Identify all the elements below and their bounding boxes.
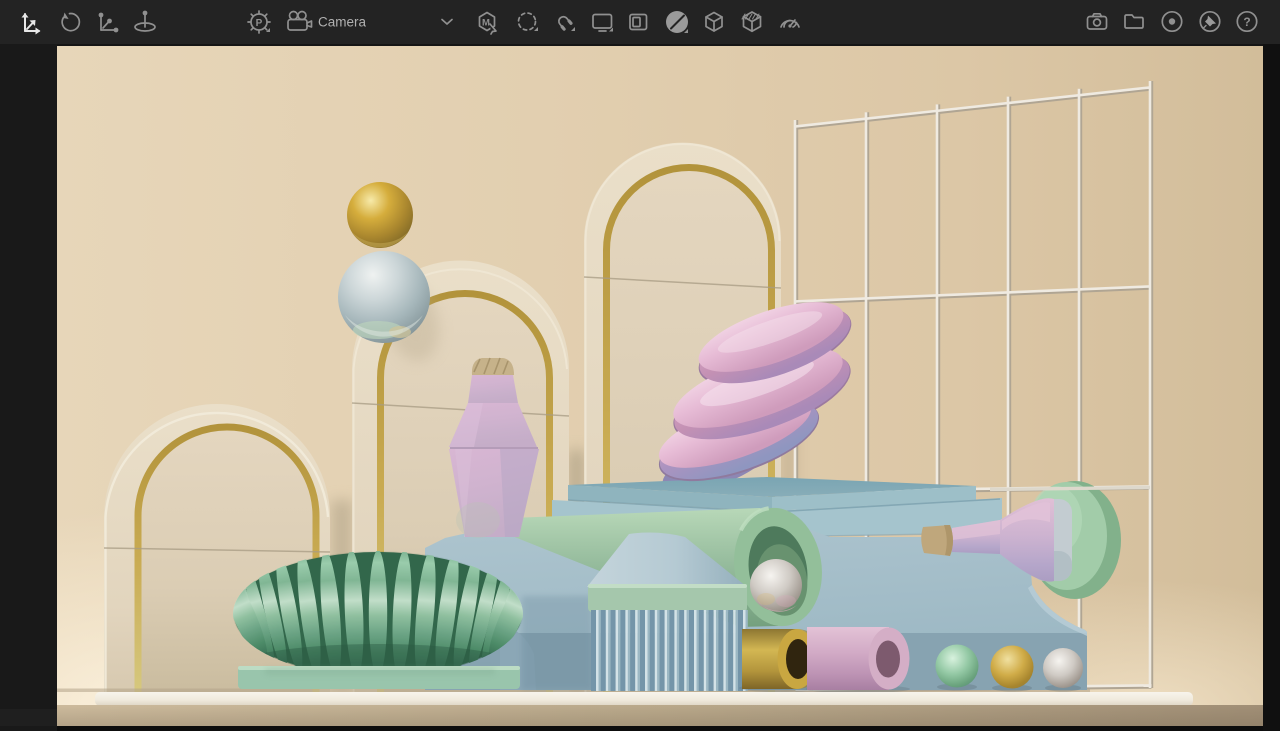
svg-text:Camera: Camera: [318, 15, 367, 30]
svg-text:M: M: [482, 18, 490, 29]
svg-text:P: P: [256, 18, 263, 29]
svg-text:?: ?: [1243, 15, 1250, 29]
